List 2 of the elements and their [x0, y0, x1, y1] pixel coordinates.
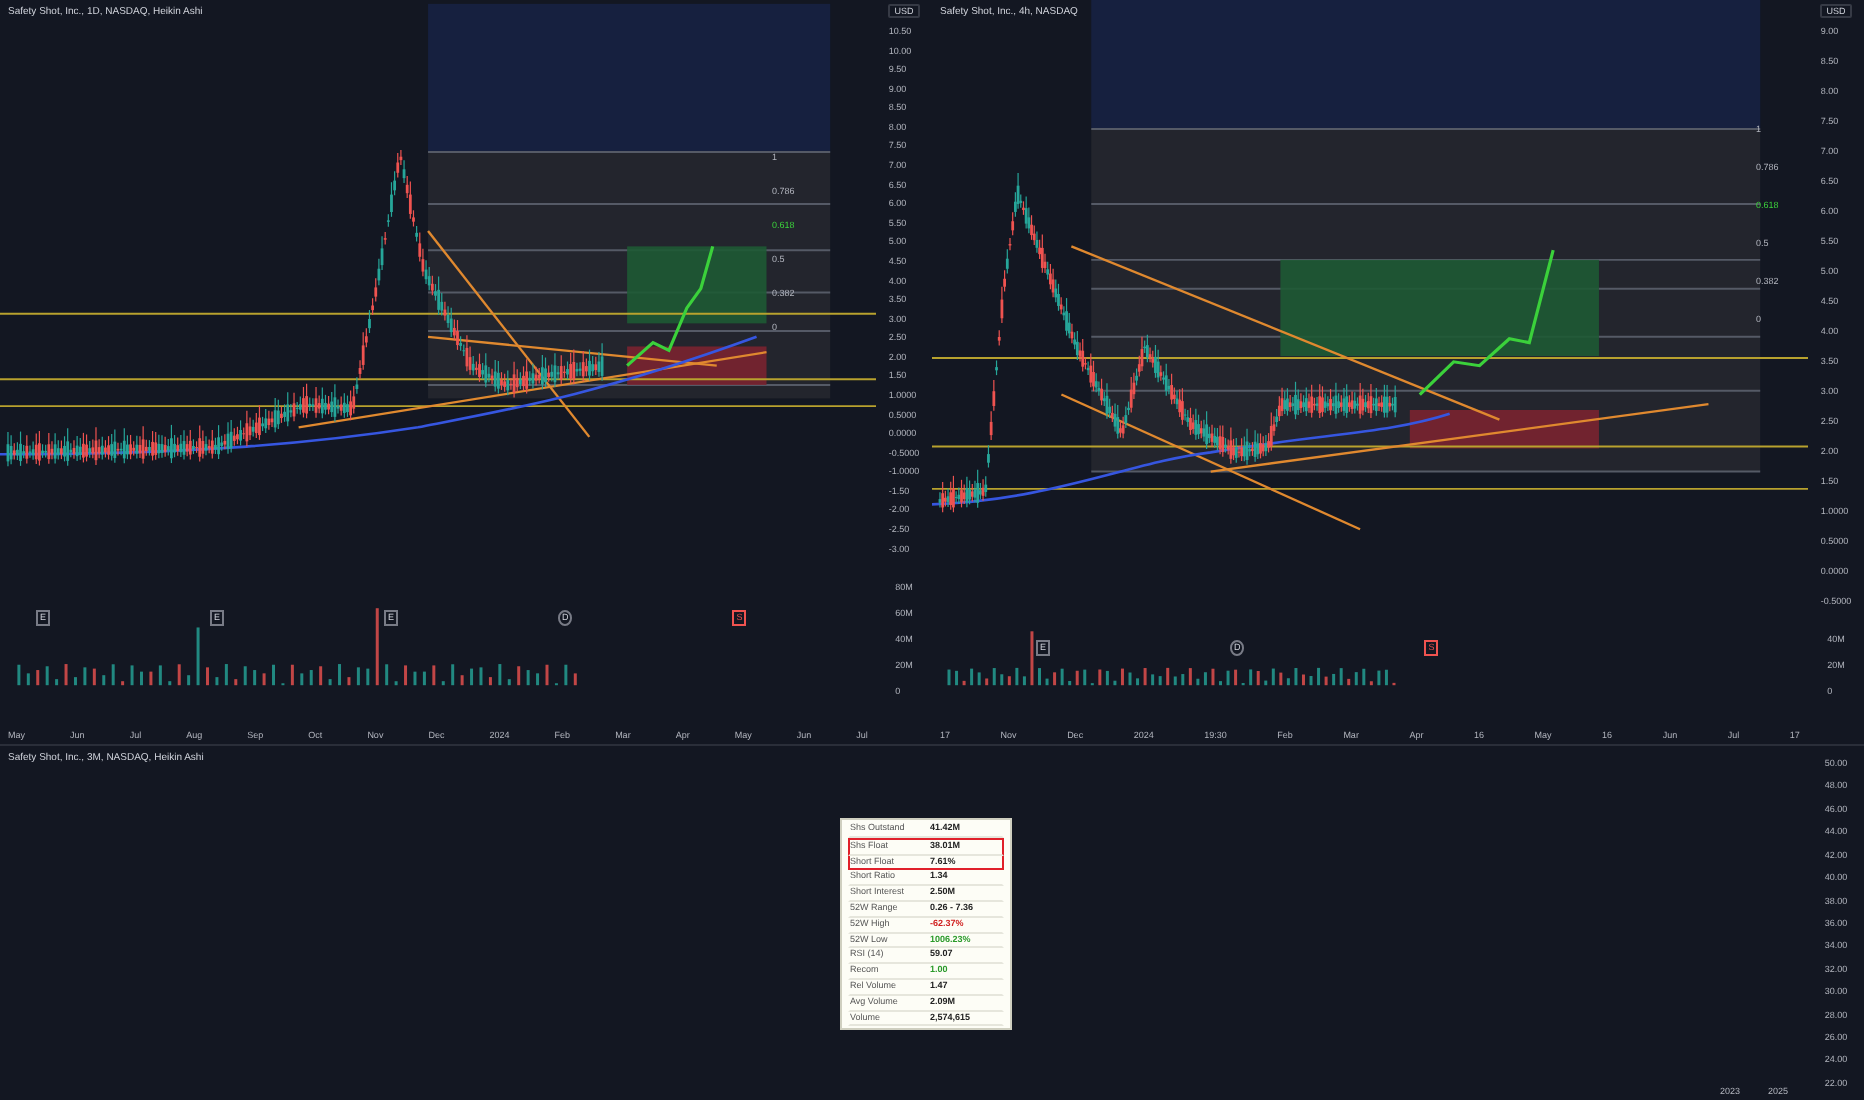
profit-zone: [627, 246, 767, 324]
projection-path: [626, 245, 715, 367]
